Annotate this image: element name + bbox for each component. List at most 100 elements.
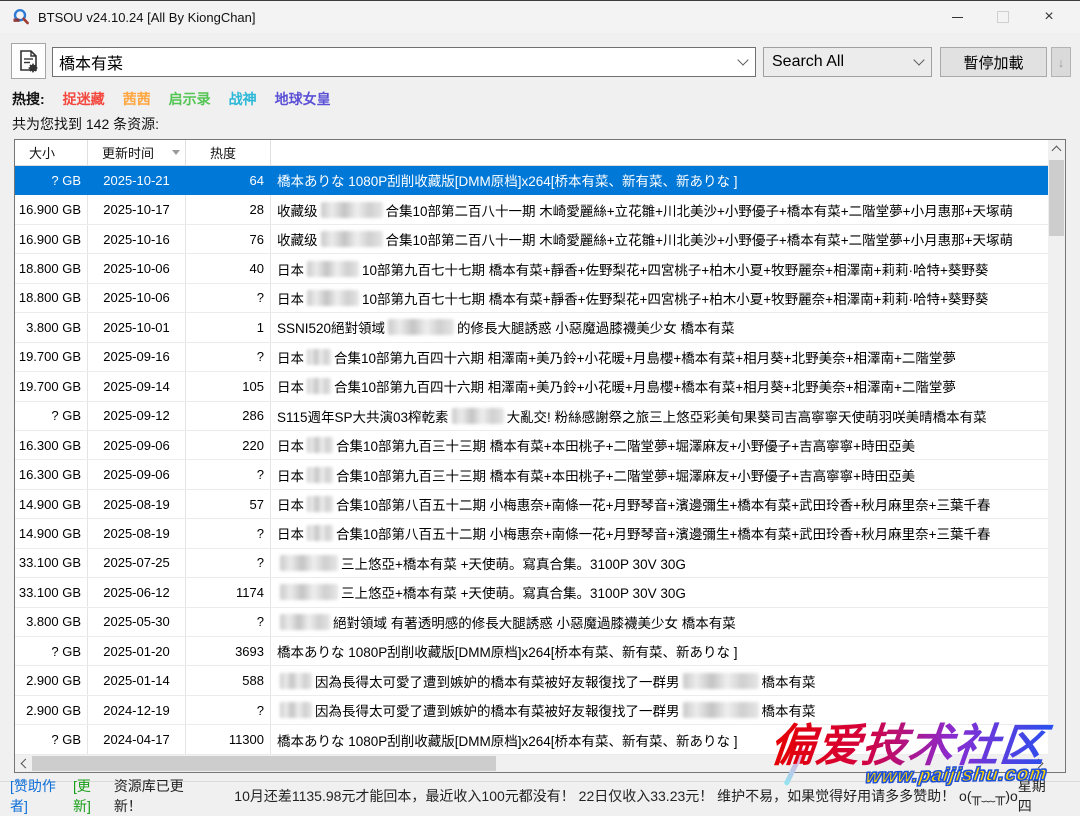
table-row[interactable]: 3.800 GB2025-05-30?絕對領域 有著透明感的修長大腿誘惑 小惡魔… (15, 608, 1048, 637)
heat-cell: ? (186, 343, 271, 371)
title-text: 橋本ありな 1080P刮削收藏版[DMM原档]x264[桥本有菜、新有菜、新あり… (277, 170, 738, 190)
download-arrow-button[interactable]: ↓ (1051, 47, 1071, 77)
title-text: 橋本ありな 1080P刮削收藏版[DMM原档]x264[桥本有菜、新有菜、新あり… (277, 641, 738, 661)
scroll-right-button[interactable] (1031, 755, 1048, 772)
app-logo-magnifier-icon (12, 8, 30, 26)
size-cell: 19.700 GB (15, 343, 88, 371)
title-cell: 日本 合集10部第九百三十三期 橋本有菜+本田桃子+二階堂夢+堀澤麻友+小野優子+… (271, 431, 1048, 459)
search-combobox-dropdown-button[interactable] (731, 48, 755, 76)
scrollbar-corner (1048, 755, 1065, 772)
heat-cell: ? (186, 608, 271, 636)
weekday-text: 星期四 (1018, 776, 1054, 816)
heat-cell: ? (186, 519, 271, 547)
minimize-button[interactable] (934, 1, 980, 33)
title-text: 收藏级 (277, 229, 318, 249)
horizontal-scrollbar-thumb[interactable] (32, 756, 496, 771)
title-cell: 日本10部第九百七十七期 橋本有菜+靜香+佐野梨花+四宮桃子+柏木小夏+牧野麗奈… (271, 284, 1048, 312)
size-cell: 16.300 GB (15, 460, 88, 488)
engine-dropdown-button[interactable] (907, 48, 931, 76)
table-row[interactable]: 18.800 GB2025-10-06?日本10部第九百七十七期 橋本有菜+靜香… (15, 284, 1048, 313)
title-text: 日本 (277, 347, 304, 367)
table-row[interactable]: ? GB2025-10-2164橋本ありな 1080P刮削收藏版[DMM原档]x… (15, 166, 1048, 195)
title-text: 日本 (277, 435, 304, 455)
title-cell: 絕對領域 有著透明感的修長大腿誘惑 小惡魔過膝襪美少女 橋本有菜 (271, 608, 1048, 636)
date-cell: 2025-10-01 (88, 313, 186, 341)
search-combobox (52, 47, 756, 77)
sponsor-author-link[interactable]: [赞助作者] (10, 776, 65, 816)
censored-blur (683, 673, 759, 689)
table-row[interactable]: 3.800 GB2025-10-011SSNI520絕對領域 的修長大腿誘惑 小… (15, 313, 1048, 342)
horizontal-scrollbar[interactable] (15, 755, 1048, 772)
vertical-scrollbar-thumb[interactable] (1049, 160, 1064, 236)
column-header-heat[interactable]: 热度 (186, 140, 271, 165)
close-button[interactable]: × (1026, 1, 1072, 33)
size-cell: 2.900 GB (15, 666, 88, 694)
update-link[interactable]: [更新] (73, 776, 104, 816)
table-row[interactable]: 14.900 GB2025-08-19?日本合集10部第八百五十二期 小梅惠奈+… (15, 519, 1048, 548)
title-cell: 日本合集10部第九百四十六期 相澤南+美乃鈴+小花暖+月島櫻+橋本有菜+相月葵+… (271, 372, 1048, 400)
heat-cell: 64 (186, 166, 271, 194)
title-text: 合集10部第九百四十六期 相澤南+美乃鈴+小花暖+月島櫻+橋本有菜+相月葵+北野… (334, 376, 956, 396)
heat-cell: 11300 (186, 725, 271, 753)
column-header-size[interactable]: 大小 (15, 140, 88, 165)
title-text: 合集10部第九百四十六期 相澤南+美乃鈴+小花暖+月島櫻+橋本有菜+相月葵+北野… (334, 347, 956, 367)
hot-search-link[interactable]: 茜茜 (123, 89, 151, 109)
table-row[interactable]: 33.100 GB2025-07-25? 三上悠亞+橋本有菜 +天使萌。寫真合集… (15, 549, 1048, 578)
table-row[interactable]: 2.900 GB2025-01-14588 因為長得太可愛了遭到嫉妒的橋本有菜被… (15, 666, 1048, 695)
title-cell: 橋本ありな 1080P刮削收藏版[DMM原档]x264[桥本有菜、新有菜、新あり… (271, 166, 1048, 194)
table-row[interactable]: 18.800 GB2025-10-0640日本10部第九百七十七期 橋本有菜+靜… (15, 254, 1048, 283)
vertical-scrollbar[interactable] (1048, 140, 1065, 772)
table-row[interactable]: ? GB2024-04-1711300橋本ありな 1080P刮削收藏版[DMM原… (15, 725, 1048, 754)
table-row[interactable]: 2.900 GB2024-12-19? 因為長得太可愛了遭到嫉妒的橋本有菜被好友… (15, 696, 1048, 725)
pause-loading-button[interactable]: 暫停加載 (940, 47, 1047, 77)
title-text: 的修長大腿誘惑 小惡魔過膝襪美少女 橋本有菜 (457, 317, 735, 337)
table-row[interactable]: 16.900 GB2025-10-1676收藏级合集10部第二百八十一期 木崎愛… (15, 225, 1048, 254)
hot-search-link[interactable]: 战神 (229, 89, 257, 109)
title-text: 大亂交! 粉絲感謝祭之旅三上悠亞彩美旬果葵司吉高寧寧天使萌羽咲美晴橋本有菜 (507, 406, 987, 426)
censored-blur (307, 261, 359, 277)
table-row[interactable]: 16.300 GB2025-09-06?日本合集10部第九百三十三期 橋本有菜+… (15, 460, 1048, 489)
censored-blur (307, 525, 333, 541)
heat-cell: 40 (186, 254, 271, 282)
table-row[interactable]: 14.900 GB2025-08-1957日本合集10部第八百五十二期 小梅惠奈… (15, 490, 1048, 519)
title-text: 合集10部第九百三十三期 橋本有菜+本田桃子+二階堂夢+堀澤麻友+小野優子+吉高… (336, 435, 915, 455)
date-cell: 2025-09-12 (88, 402, 186, 430)
censored-blur (307, 290, 359, 306)
scroll-left-button[interactable] (15, 755, 32, 772)
column-header-date[interactable]: 更新时间 (88, 140, 186, 165)
date-cell: 2024-12-19 (88, 696, 186, 724)
title-cell: 日本合集10部第九百三十三期 橋本有菜+本田桃子+二階堂夢+堀澤麻友+小野優子+… (271, 460, 1048, 488)
size-cell: 3.800 GB (15, 608, 88, 636)
scroll-up-button[interactable] (1048, 140, 1065, 157)
hot-search-link[interactable]: 地球女皇 (275, 89, 331, 109)
size-cell: ? GB (15, 166, 88, 194)
table-row[interactable]: ? GB2025-01-203693橋本ありな 1080P刮削收藏版[DMM原档… (15, 637, 1048, 666)
heat-cell: 28 (186, 195, 271, 223)
date-cell: 2025-01-14 (88, 666, 186, 694)
results-table: 大小 更新时间 热度 ? GB2025-10-2164橋本ありな 1080P刮削… (14, 139, 1066, 773)
maximize-button[interactable] (980, 1, 1026, 33)
table-row[interactable]: 16.300 GB2025-09-06220日本合集10部第九百三十三期 橋本有… (15, 431, 1048, 460)
settings-button[interactable] (11, 43, 46, 79)
size-cell: 18.800 GB (15, 284, 88, 312)
table-row[interactable]: 19.700 GB2025-09-14105日本合集10部第九百四十六期 相澤南… (15, 372, 1048, 401)
column-header-title[interactable] (271, 140, 1048, 165)
table-row[interactable]: 19.700 GB2025-09-16?日本合集10部第九百四十六期 相澤南+美… (15, 343, 1048, 372)
window-controls: × (934, 1, 1072, 33)
search-engine-select[interactable]: Search All (763, 47, 932, 77)
hot-search-label: 热搜: (12, 89, 45, 109)
title-cell: 橋本ありな 1080P刮削收藏版[DMM原档]x264[桥本有菜、新有菜、新あり… (271, 637, 1048, 665)
search-input[interactable] (53, 53, 731, 71)
search-engine-value: Search All (764, 53, 907, 71)
date-cell: 2025-09-14 (88, 372, 186, 400)
censored-blur (307, 467, 333, 483)
hot-search-link[interactable]: 启示录 (169, 89, 211, 109)
document-gear-icon (17, 49, 40, 74)
table-row[interactable]: 33.100 GB2025-06-121174 三上悠亞+橋本有菜 +天使萌。寫… (15, 578, 1048, 607)
hot-search-link[interactable]: 捉迷藏 (63, 89, 105, 109)
size-cell: 16.900 GB (15, 225, 88, 253)
date-cell: 2025-05-30 (88, 608, 186, 636)
table-row[interactable]: 16.900 GB2025-10-1728收藏级合集10部第二百八十一期 木崎愛… (15, 195, 1048, 224)
database-updated-text: 资源库已更新！ (114, 776, 198, 816)
table-row[interactable]: ? GB2025-09-12286S115週年SP大共演03榨乾素大亂交! 粉絲… (15, 402, 1048, 431)
